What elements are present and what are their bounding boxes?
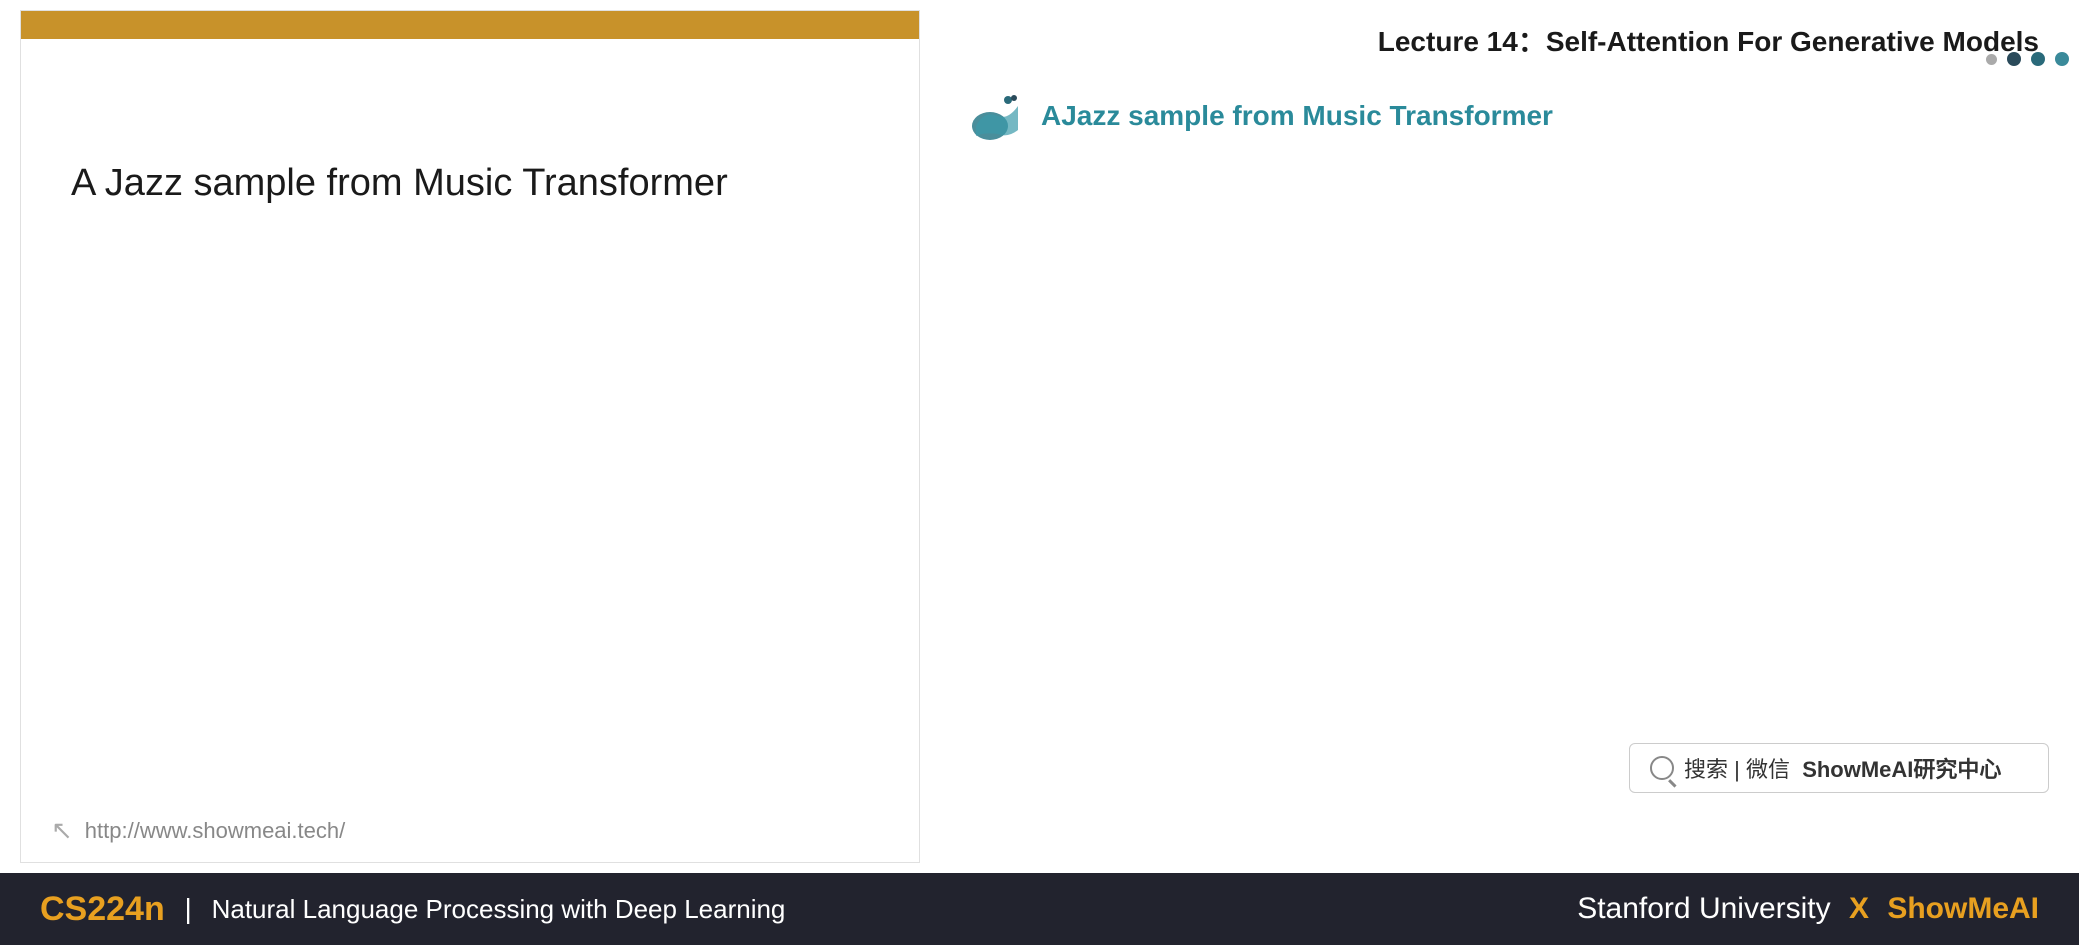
showmeai-text: ShowMeAI [1887, 892, 2039, 926]
dot-dark [2007, 52, 2021, 66]
slide-top-bar [21, 11, 919, 39]
search-label: 搜索 | 微信 ShowMeAI研究中心 [1684, 752, 2001, 784]
course-code: CS224n [40, 890, 165, 929]
separator: | [177, 893, 200, 925]
playlist-item-title: AJazz sample from Music Transformer [1041, 99, 1553, 133]
search-icon [1650, 756, 1674, 780]
slide-title: A Jazz sample from Music Transformer [71, 159, 869, 208]
playlist-section: AJazz sample from Music Transformer [970, 80, 2049, 151]
right-panel: Lecture 14：Self-Attention For Generative… [940, 0, 2079, 873]
playlist-dots [1986, 52, 2069, 66]
playlist-item-active[interactable]: AJazz sample from Music Transformer [970, 80, 2049, 151]
x-mark: X [1841, 892, 1878, 926]
lecture-title: Lecture 14：Self-Attention For Generative… [970, 20, 2049, 60]
bottom-bar: CS224n | Natural Language Processing wit… [0, 873, 2079, 945]
dot-light [2055, 52, 2069, 66]
course-name: Natural Language Processing with Deep Le… [212, 894, 786, 925]
dot-left [1986, 54, 1997, 65]
music-icon [970, 88, 1025, 143]
slide-body: A Jazz sample from Music Transformer [21, 39, 919, 799]
bottom-right: Stanford University X ShowMeAI [1577, 892, 2039, 926]
slide-panel: A Jazz sample from Music Transformer ↖ h… [20, 10, 920, 863]
search-box[interactable]: 搜索 | 微信 ShowMeAI研究中心 [1629, 743, 2049, 793]
slide-url: http://www.showmeai.tech/ [85, 818, 345, 844]
stanford-text: Stanford University [1577, 892, 1830, 926]
bottom-left: CS224n | Natural Language Processing wit… [40, 890, 785, 929]
cursor-icon: ↖ [51, 815, 73, 846]
slide-footer: ↖ http://www.showmeai.tech/ [21, 799, 919, 862]
dot-medium [2031, 52, 2045, 66]
